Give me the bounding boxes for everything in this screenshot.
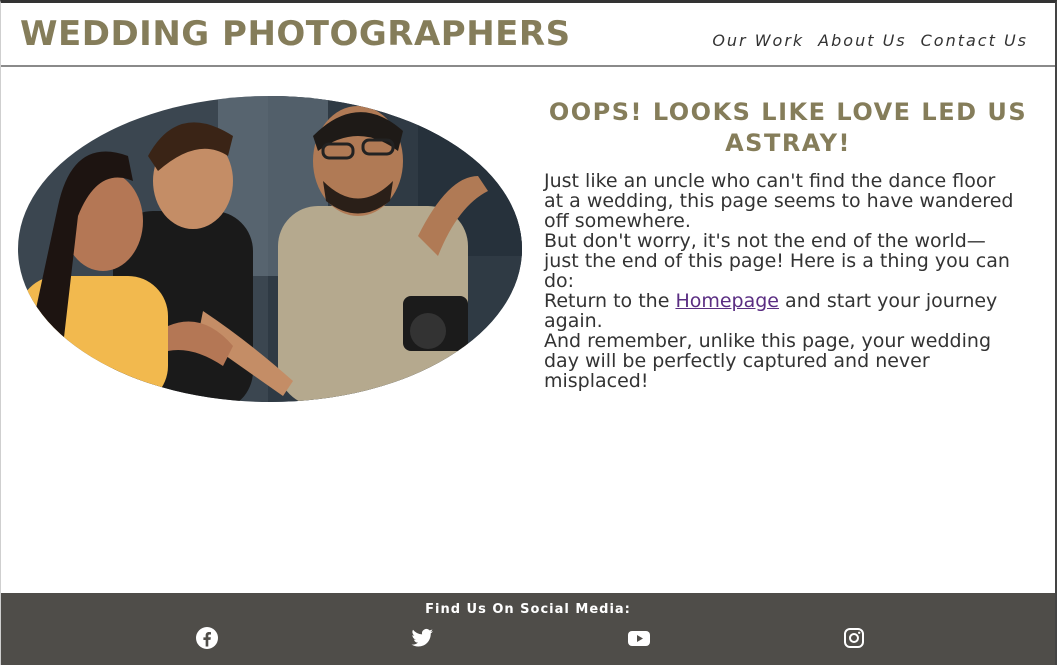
nav-link-our-work[interactable]: Our Work (712, 31, 804, 50)
twitter-icon[interactable] (410, 626, 434, 650)
homepage-link[interactable]: Homepage (675, 290, 779, 312)
social-title: Find Us On Social Media: (425, 602, 631, 617)
site-footer: Find Us On Social Media: (1, 593, 1055, 665)
facebook-icon[interactable] (195, 626, 219, 650)
paragraph-2: But don't worry, it's not the end of the… (544, 230, 1010, 292)
paragraph-4: And remember, unlike this page, your wed… (544, 330, 992, 392)
nav-link-contact-us[interactable]: Contact Us (921, 31, 1028, 50)
main-nav: Our Work About Us Contact Us (712, 31, 1028, 50)
nav-link-about-us[interactable]: About Us (818, 31, 906, 50)
hero-photo (18, 96, 522, 402)
paragraph-3-before: Return to the (544, 290, 676, 312)
instagram-icon[interactable] (842, 626, 866, 650)
youtube-icon[interactable] (627, 626, 651, 650)
site-logo[interactable]: WEDDING PHOTOGRAPHERS (20, 14, 571, 54)
page-heading: OOPS! LOOKS LIKE LOVE LED US ASTRAY! (548, 98, 1028, 157)
site-header: WEDDING PHOTOGRAPHERS Our Work About Us … (1, 3, 1055, 67)
message-body: Just like an uncle who can't find the da… (544, 171, 1014, 391)
paragraph-1: Just like an uncle who can't find the da… (544, 170, 1014, 232)
error-message: OOPS! LOOKS LIKE LOVE LED US ASTRAY! Jus… (544, 97, 1026, 391)
paragraph-3: Return to the Homepage and start your jo… (544, 291, 1014, 331)
photographers-image (18, 96, 522, 402)
